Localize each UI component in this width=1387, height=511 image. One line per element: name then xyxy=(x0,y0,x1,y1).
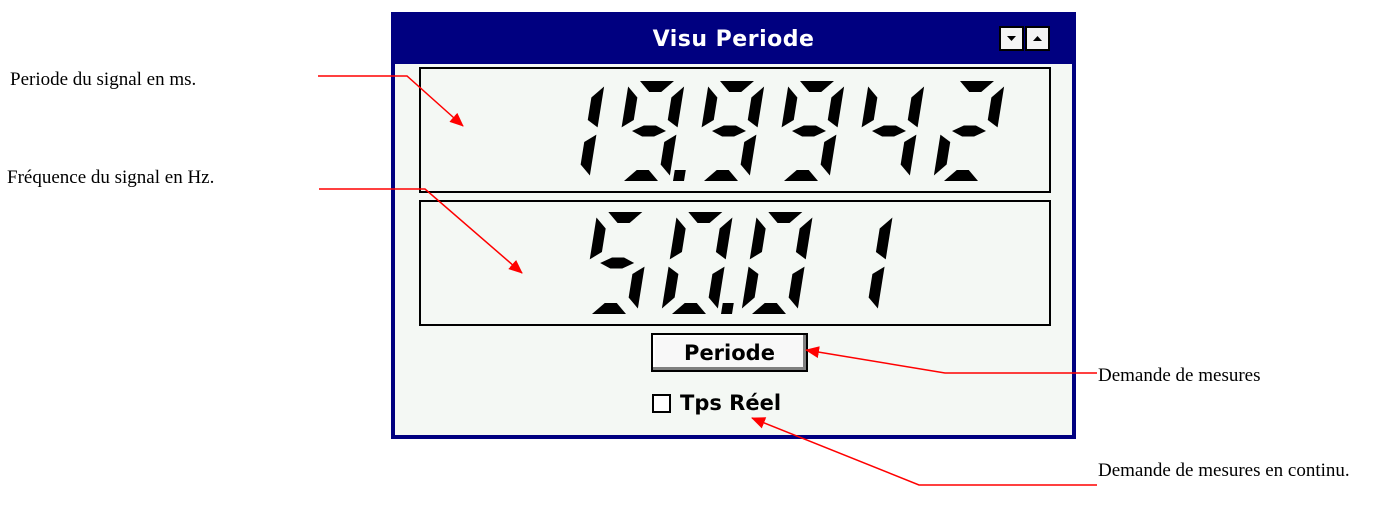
checkbox-label: Tps Réel xyxy=(680,391,782,415)
frequency-lcd-display xyxy=(419,200,1051,326)
lcd-digit-9 xyxy=(621,81,685,181)
lcd-decimal-point xyxy=(721,303,734,314)
lcd-digit-1 xyxy=(868,217,893,309)
lcd-digit-5 xyxy=(589,212,645,314)
lcd-digit-9 xyxy=(701,81,765,181)
visu-periode-window: Visu Periode Periode Tps Réel xyxy=(391,12,1076,439)
annotation-measure-request: Demande de mesures xyxy=(1098,365,1261,386)
period-digits xyxy=(580,81,1005,181)
annotation-continuous-request: Demande de mesures en continu. xyxy=(1098,460,1350,481)
frequency-digits xyxy=(589,212,893,314)
lcd-decimal-point xyxy=(673,170,686,181)
lcd-digit-9 xyxy=(781,81,845,181)
periode-button[interactable]: Periode xyxy=(651,333,808,372)
window-title: Visu Periode xyxy=(652,27,815,52)
lcd-digit-4 xyxy=(861,86,925,176)
annotation-frequency: Fréquence du signal en Hz. xyxy=(7,167,215,188)
lcd-digit-2 xyxy=(933,81,1005,181)
lcd-digit-1 xyxy=(580,86,605,176)
annotation-period: Periode du signal en ms. xyxy=(10,69,197,90)
minimize-button[interactable] xyxy=(999,26,1024,51)
maximize-button[interactable] xyxy=(1025,26,1050,51)
minimize-arrow-icon xyxy=(1007,36,1016,41)
title-bar[interactable]: Visu Periode xyxy=(395,16,1072,64)
lcd-digit-0 xyxy=(661,212,733,314)
realtime-checkbox[interactable]: Tps Réel xyxy=(652,389,781,417)
lcd-digit-0 xyxy=(741,212,813,314)
window-client-area: Periode Tps Réel xyxy=(395,64,1072,435)
maximize-arrow-icon xyxy=(1033,36,1042,41)
checkbox-box[interactable] xyxy=(652,393,671,413)
period-lcd-display xyxy=(419,67,1051,193)
